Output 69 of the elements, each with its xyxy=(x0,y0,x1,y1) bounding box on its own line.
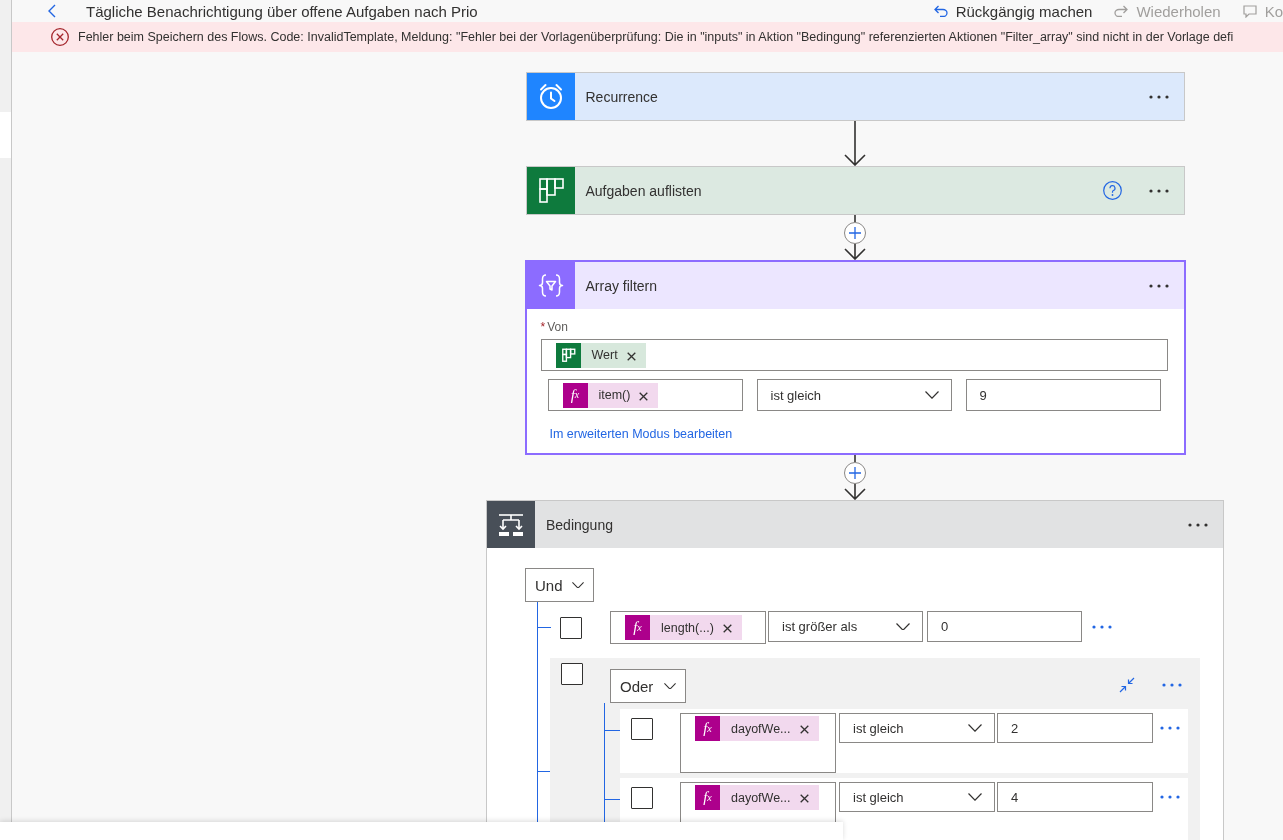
remove-icon[interactable] xyxy=(799,725,809,734)
back-icon[interactable] xyxy=(48,4,56,18)
more-icon[interactable] xyxy=(1148,94,1169,99)
more-icon[interactable] xyxy=(1092,625,1112,629)
operator-dropdown[interactable]: ist gleich xyxy=(839,713,995,743)
remove-icon[interactable] xyxy=(639,391,649,401)
more-icon[interactable] xyxy=(1148,188,1169,193)
chevron-down-icon xyxy=(924,391,939,399)
card-header[interactable]: Array filtern xyxy=(526,262,1184,309)
speech-bubble-icon xyxy=(1242,4,1257,18)
token-field[interactable]: Wert xyxy=(540,339,1168,371)
advanced-mode-link[interactable]: Im erweiterten Modus bearbeiten xyxy=(549,427,733,441)
more-icon[interactable] xyxy=(1162,683,1182,687)
error-icon xyxy=(51,28,69,46)
chevron-down-icon xyxy=(896,622,910,631)
board-icon xyxy=(555,342,581,368)
error-message: Fehler beim Speichern des Flows. Code: InvalidTemplate, Meldung: "Fehler bei der Vorlagenüberprüfung: Die in "inputs" in Aktion "Bedingung" referenzierten Aktionen "Filter_array" sind nicht in der Vorlage defi xyxy=(78,30,1234,44)
value-field[interactable]: 2 xyxy=(997,713,1153,743)
remove-icon[interactable] xyxy=(722,624,732,633)
checkbox[interactable] xyxy=(561,663,583,685)
value-field[interactable]: 0 xyxy=(927,611,1082,642)
card-title: Array filtern xyxy=(585,277,658,294)
card-title: Aufgaben auflisten xyxy=(585,182,702,199)
redo-icon xyxy=(1114,5,1129,17)
connector-arrow xyxy=(844,244,866,260)
operator-dropdown[interactable]: ist größer als xyxy=(768,611,923,642)
flow-title: Tägliche Benachrichtigung über offene Aufgaben nach Prio xyxy=(86,2,478,20)
value-field[interactable]: 9 xyxy=(965,379,1161,411)
checkbox[interactable] xyxy=(560,617,582,639)
remove-icon[interactable] xyxy=(799,794,809,803)
value-field[interactable]: 4 xyxy=(997,782,1153,812)
plus-icon xyxy=(849,227,861,239)
chevron-down-icon xyxy=(572,581,584,589)
connector-line xyxy=(854,455,856,462)
more-icon[interactable] xyxy=(1160,795,1180,799)
token-label: dayofWe... xyxy=(731,721,791,736)
card-header[interactable]: Aufgaben auflisten xyxy=(526,167,1184,214)
checkbox[interactable] xyxy=(631,787,653,809)
token-label: Wert xyxy=(591,348,618,362)
token-label: item() xyxy=(598,388,631,402)
operator-dropdown[interactable]: ist gleich xyxy=(756,379,952,411)
help-icon[interactable] xyxy=(1102,181,1122,200)
chevron-down-icon xyxy=(664,682,676,690)
undo-icon xyxy=(933,5,948,17)
connector-arrow xyxy=(844,484,866,500)
token-label: dayofWe... xyxy=(731,790,791,805)
logic-dropdown[interactable]: Oder xyxy=(610,669,686,703)
more-icon[interactable] xyxy=(1188,522,1208,527)
plus-icon xyxy=(849,467,861,479)
card-header[interactable]: Bedingung xyxy=(487,501,1223,548)
card-title: Recurrence xyxy=(585,88,658,105)
chevron-down-icon xyxy=(968,793,982,801)
field-label: Von xyxy=(547,320,568,334)
checkbox[interactable] xyxy=(631,718,653,740)
operator-dropdown[interactable]: ist gleich xyxy=(839,782,995,812)
add-step-button[interactable] xyxy=(844,462,866,484)
card-header[interactable]: Recurrence xyxy=(526,73,1184,120)
remove-icon[interactable] xyxy=(626,351,636,361)
collapse-icon[interactable] xyxy=(1119,677,1135,693)
connector-line xyxy=(854,215,856,222)
card-title: Bedingung xyxy=(546,516,613,533)
toolbar-button[interactable]: Rückgängig machen xyxy=(933,1,1093,21)
more-icon[interactable] xyxy=(1160,726,1180,730)
token-label: length(...) xyxy=(661,620,714,635)
required-mark: * xyxy=(540,320,546,334)
chevron-down-icon xyxy=(968,724,982,732)
more-icon[interactable] xyxy=(1148,283,1169,288)
add-step-button[interactable] xyxy=(844,222,866,244)
logic-dropdown[interactable]: Und xyxy=(525,568,594,602)
